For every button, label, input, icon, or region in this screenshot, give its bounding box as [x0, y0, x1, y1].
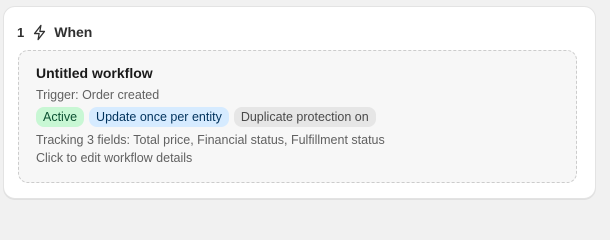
update-mode-badge: Update once per entity [89, 107, 229, 127]
step-number: 1 [17, 24, 25, 40]
step-title: When [54, 24, 93, 40]
workflow-title: Untitled workflow [36, 65, 153, 81]
duplicate-protection-badge: Duplicate protection on [233, 107, 376, 127]
trigger-step-card: 1 When Untitled workflow Trigger: Order … [3, 6, 596, 199]
workflow-details-box[interactable]: Untitled workflow Trigger: Order created… [18, 50, 577, 183]
lightning-bolt-icon [30, 23, 48, 41]
workflow-trigger: Trigger: Order created [36, 88, 160, 102]
tracking-fields: Tracking 3 fields: Total price, Financia… [36, 133, 385, 147]
status-badge-active: Active [36, 107, 85, 127]
workflow-badges: Active Update once per entity Duplicate … [36, 107, 559, 127]
step-header: 1 When [17, 21, 92, 43]
edit-hint: Click to edit workflow details [36, 151, 193, 165]
